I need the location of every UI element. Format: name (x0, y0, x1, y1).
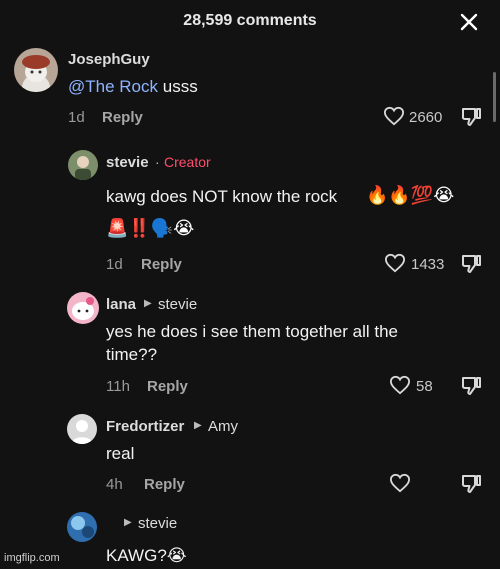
heart-icon[interactable] (383, 106, 405, 126)
username[interactable]: lana (106, 296, 136, 313)
avatar[interactable] (14, 48, 58, 92)
comment-text-line: yes he does i see them together all the (106, 322, 399, 341)
watermark: imgflip.com (4, 552, 60, 564)
heart-icon[interactable] (389, 375, 411, 395)
reply-arrow-icon: ▶ (124, 517, 132, 528)
heart-icon[interactable] (389, 473, 411, 493)
dislike-icon[interactable] (460, 253, 482, 275)
comment-text: real (106, 444, 135, 463)
comment-time: 1d (68, 109, 85, 126)
comment-text: @The Rock usss (68, 77, 198, 96)
username[interactable]: stevie (106, 154, 149, 171)
dislike-icon[interactable] (460, 473, 482, 495)
username[interactable]: Fredortizer (106, 418, 184, 435)
dislike-icon[interactable] (460, 106, 482, 128)
emoji-reaction: 🔥🔥💯😭 (366, 185, 455, 205)
mention-link[interactable]: @The Rock (68, 77, 158, 96)
avatar[interactable] (67, 292, 99, 324)
reply-arrow-icon: ▶ (144, 298, 152, 309)
avatar[interactable] (68, 150, 98, 180)
heart-icon[interactable] (384, 253, 406, 273)
comment-text: kawg does NOT know the rock (106, 187, 338, 206)
comment-time: 11h (106, 378, 130, 395)
avatar[interactable] (67, 512, 97, 542)
reply-to-username[interactable]: stevie (138, 515, 177, 532)
separator-dot: · (155, 154, 160, 170)
like-count: 58 (416, 378, 433, 395)
comment-time: 4h (106, 476, 123, 493)
reply-button[interactable]: Reply (141, 256, 182, 273)
reply-to-username[interactable]: stevie (158, 296, 197, 313)
username[interactable]: JosephGuy (68, 51, 150, 68)
comments-count-title: 28,599 comments (183, 12, 317, 29)
creator-badge: Creator (164, 154, 211, 170)
dislike-icon[interactable] (460, 375, 482, 397)
like-count: 1433 (411, 256, 445, 273)
reply-to-username[interactable]: Amy (208, 418, 238, 435)
comment-text: KAWG?😭 (106, 546, 187, 565)
reply-button[interactable]: Reply (102, 109, 143, 126)
emoji-reaction: 🚨‼️🗣️😭 (106, 218, 195, 238)
close-icon[interactable] (456, 9, 482, 35)
avatar[interactable] (67, 414, 97, 444)
like-count: 2660 (409, 109, 443, 126)
reply-arrow-icon: ▶ (194, 420, 202, 431)
reply-button[interactable]: Reply (147, 378, 188, 395)
comment-time: 1d (106, 256, 123, 273)
comment-text-line: time?? (106, 345, 158, 364)
reply-button[interactable]: Reply (144, 476, 185, 493)
scrollbar[interactable] (493, 72, 496, 122)
